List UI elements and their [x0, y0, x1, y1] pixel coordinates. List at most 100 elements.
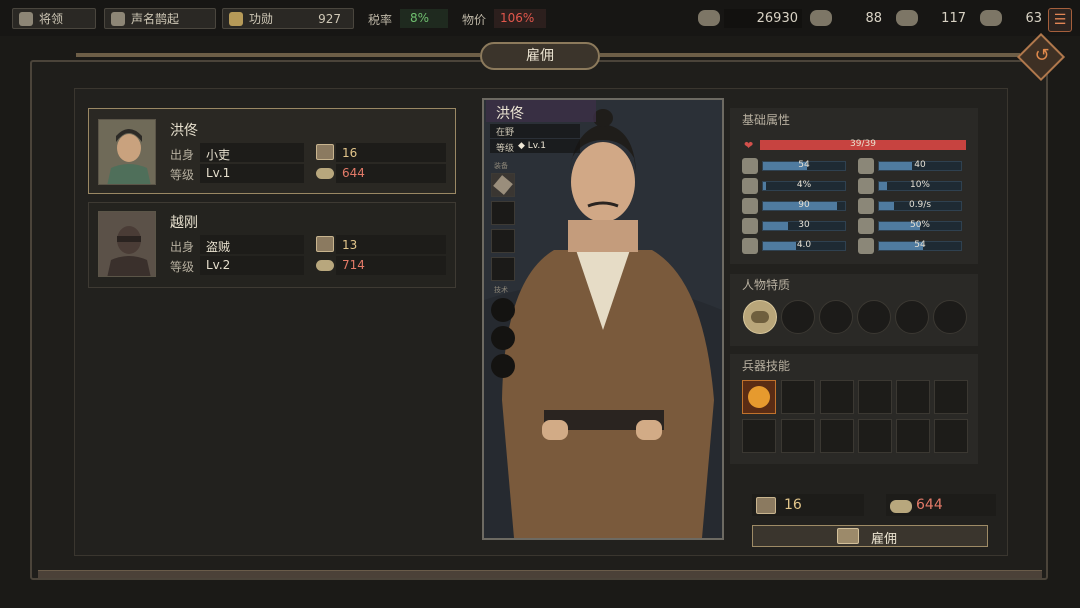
title-wing-right [600, 53, 1020, 57]
skill-slot-label: 技术 [494, 286, 508, 294]
weapon-skill-filled[interactable] [742, 380, 776, 414]
hire-button[interactable]: 雇佣 [752, 525, 988, 547]
stat-value: 40 [914, 160, 926, 170]
origin-value: 小吏 [206, 148, 231, 162]
attributes-title: 基础属性 [742, 113, 791, 127]
skull-icon [858, 178, 874, 194]
target-icon [742, 238, 758, 254]
bottom-rail [38, 570, 1042, 578]
stat-value: 30 [798, 220, 810, 230]
tax-label: 税率 [368, 13, 393, 27]
horse-icon [810, 10, 832, 26]
coin-icon [890, 500, 912, 513]
level-label: 等级 [496, 144, 515, 154]
generals-label: 将领 [39, 12, 64, 26]
origin-value: 盗贼 [206, 240, 231, 254]
trait-slot[interactable] [781, 300, 815, 334]
menu-button[interactable]: ☰ [1048, 8, 1072, 32]
generals-icon [19, 11, 33, 26]
weapon-skill-slot[interactable] [781, 419, 815, 453]
status-text: 在野 [496, 128, 515, 138]
trait-slot[interactable] [933, 300, 967, 334]
merit-display[interactable]: 功勋 927 [222, 8, 354, 29]
back-icon[interactable]: ↺ [1030, 44, 1054, 68]
level-value: Lv.2 [206, 258, 231, 272]
equip-slot[interactable] [491, 201, 515, 225]
title-wing-left [76, 53, 480, 57]
material-value: 63 [1025, 11, 1042, 26]
level-label: 等级 [170, 168, 195, 182]
coin-icon [316, 260, 334, 271]
coin-cost: 644 [342, 166, 365, 180]
merit-label: 功勋 [249, 12, 274, 26]
fame-label: 声名鹊起 [131, 12, 180, 26]
origin-label: 出身 [170, 240, 195, 254]
trait-slot[interactable] [857, 300, 891, 334]
weapon-skill-slot[interactable] [896, 380, 930, 414]
weapon-skill-slot[interactable] [742, 419, 776, 453]
equip-slot[interactable] [491, 257, 515, 281]
coin-cost: 714 [342, 258, 365, 272]
stat-value: 0.9/s [908, 200, 932, 210]
level-value: Lv.1 [206, 166, 231, 180]
weapon-skill-slot[interactable] [781, 380, 815, 414]
hire-button-label: 雇佣 [871, 532, 898, 547]
price-label: 物价 [462, 13, 487, 27]
window-title: 雇佣 [480, 42, 600, 70]
weapon-skill-slot[interactable] [820, 419, 854, 453]
skill-slot[interactable] [491, 298, 515, 322]
weapon-skill-slot[interactable] [820, 380, 854, 414]
weapon-skill-slot[interactable] [858, 419, 892, 453]
plant-icon [858, 198, 874, 214]
cloak-icon [858, 238, 874, 254]
book-cost: 13 [342, 238, 358, 252]
book-icon [756, 497, 776, 514]
book-icon [316, 236, 334, 252]
merit-value: 927 [318, 11, 341, 26]
knife-icon [493, 175, 513, 195]
hp-text: 39/39 [850, 139, 876, 149]
avatar [98, 119, 156, 185]
equip-slot-weapon[interactable] [491, 173, 515, 197]
candidate-name: 洪佟 [170, 123, 198, 139]
sword-icon [858, 158, 874, 174]
stat-value: 54 [798, 160, 810, 170]
skill-slot[interactable] [491, 326, 515, 350]
skill-slot[interactable] [491, 354, 515, 378]
stat-value: 10% [909, 180, 930, 190]
avatar [98, 211, 156, 277]
horse-value: 88 [865, 11, 882, 26]
stat-value: 90 [798, 200, 810, 210]
weapon-skill-slot[interactable] [934, 419, 968, 453]
weapon-skill-slot[interactable] [896, 419, 930, 453]
character-portrait-panel [482, 98, 724, 540]
fame-button[interactable]: 声名鹊起 [104, 8, 216, 29]
hand-icon [742, 178, 758, 194]
trait-slot[interactable] [895, 300, 929, 334]
money-icon [698, 10, 720, 26]
generals-button[interactable]: 将领 [12, 8, 96, 29]
merit-icon [229, 11, 243, 26]
traits-title: 人物特质 [742, 278, 791, 292]
list-icon: ☰ [1053, 12, 1067, 28]
character-name: 洪佟 [496, 106, 524, 122]
stat-value: 4% [796, 180, 812, 190]
spear-icon [742, 158, 758, 174]
trait-slot-filled[interactable] [743, 300, 777, 334]
heart-icon: ❤ [744, 139, 754, 152]
hire-book-cost: 16 [784, 497, 802, 513]
equip-slot[interactable] [491, 229, 515, 253]
stat-value: 50% [909, 220, 930, 230]
fame-icon [111, 11, 125, 26]
weapon-skills-title: 兵器技能 [742, 359, 791, 373]
weapon-skill-slot[interactable] [858, 380, 892, 414]
equip-label: 装备 [494, 162, 508, 170]
material-icon [980, 10, 1002, 26]
tax-value: 8% [410, 11, 430, 25]
trait-slot[interactable] [819, 300, 853, 334]
hire-coin-cost: 644 [916, 497, 943, 513]
stat-value: 54 [914, 240, 926, 250]
weapon-skill-slot[interactable] [934, 380, 968, 414]
level-value: ◆ Lv.1 [518, 141, 547, 151]
stats-grid: 54 40 4% 10% 90 0.9/s 30 50% 4.0 54 [742, 158, 972, 258]
